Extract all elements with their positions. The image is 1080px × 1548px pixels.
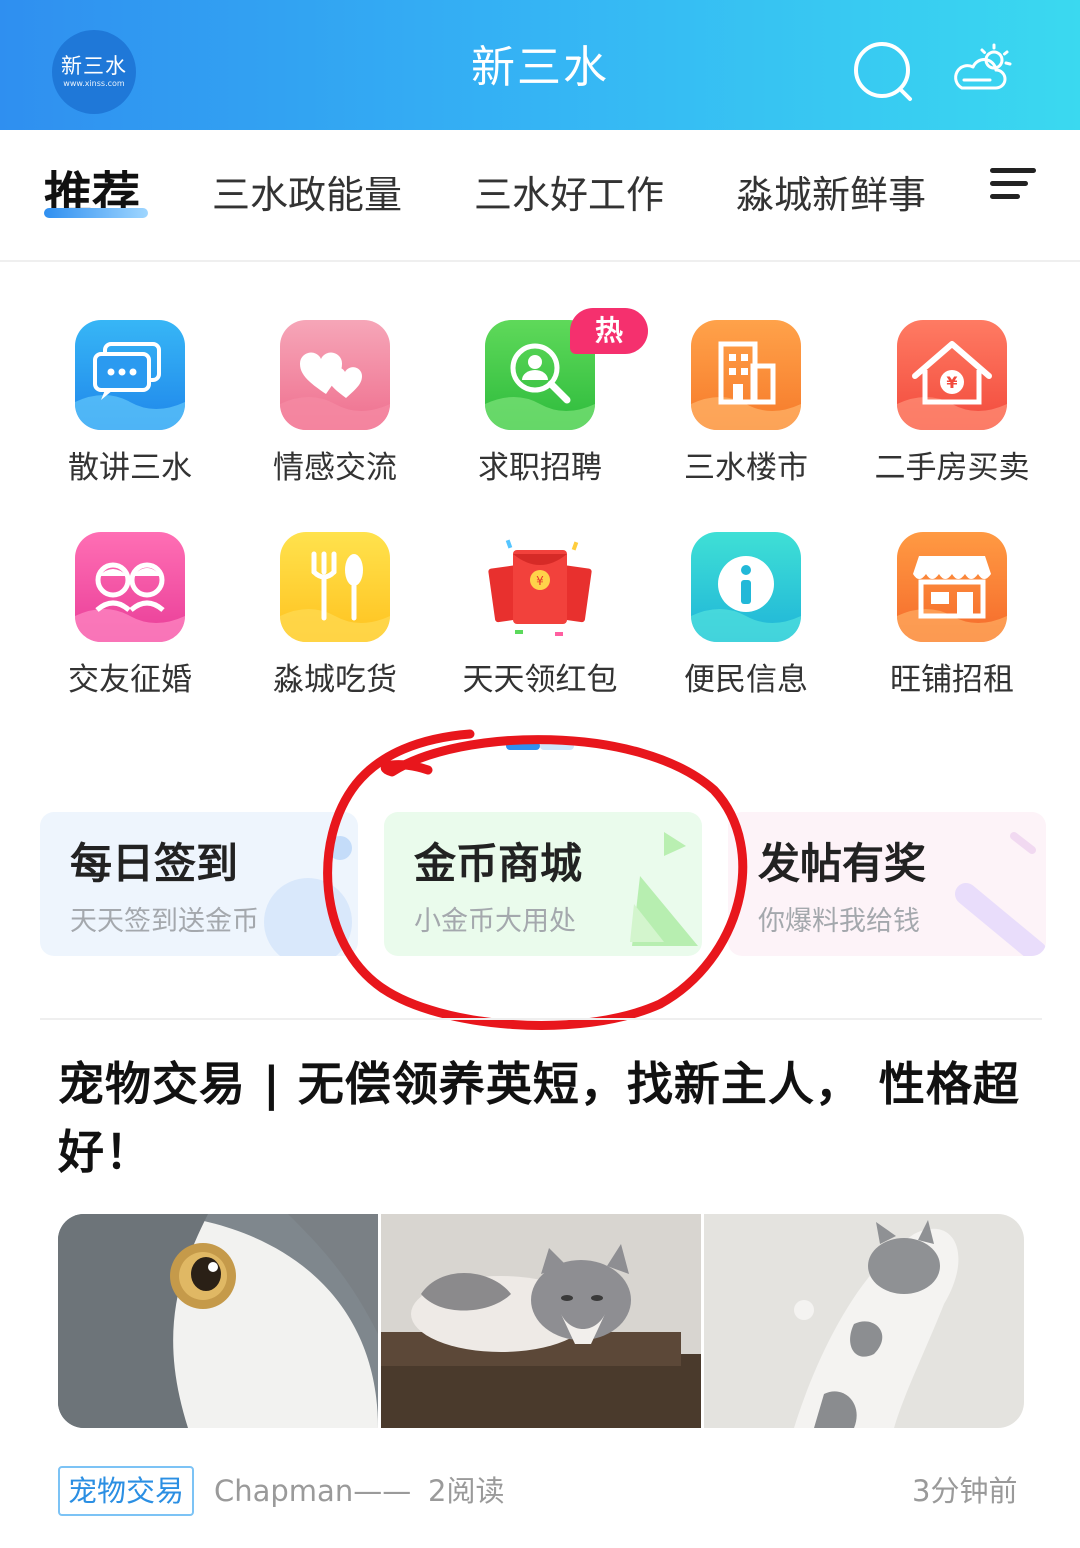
menu-icon[interactable]: [990, 168, 1036, 208]
card-subtitle: 小金币大用处: [414, 906, 576, 937]
page-indicator: [506, 742, 574, 750]
svg-text:¥: ¥: [946, 373, 957, 392]
card-coin-mall[interactable]: 金币商城 小金币大用处: [384, 812, 702, 956]
article-photos[interactable]: [58, 1214, 1024, 1428]
card-post-reward[interactable]: 发帖有奖 你爆料我给钱: [728, 812, 1046, 956]
grid-label: 情感交流: [273, 450, 397, 486]
grid-label: 散讲三水: [68, 450, 192, 486]
article-title[interactable]: 宠物交易 | 无偿领养英短，找新主人， 性格超好！: [58, 1050, 1038, 1186]
card-title: 每日签到: [70, 839, 239, 888]
article-time: 3分钟前: [912, 1474, 1018, 1508]
tab-sanshui-jobs[interactable]: 三水好工作: [474, 168, 664, 222]
cat-photo-1[interactable]: [58, 1214, 378, 1428]
grid-item-jobs[interactable]: 热 求职招聘: [440, 308, 648, 510]
grid-label: 二手房买卖: [874, 450, 1030, 486]
card-subtitle: 你爆料我给钱: [758, 906, 920, 937]
grid-label: 旺铺招租: [890, 662, 1014, 698]
grid-label: 淼城吃货: [273, 662, 397, 698]
grid-label: 交友征婚: [68, 662, 192, 698]
section-divider: [40, 1018, 1042, 1020]
fork-spoon-icon: [280, 532, 390, 642]
channel-tabs: 推荐 三水政能量 三水好工作 淼城新鲜事: [0, 130, 1080, 262]
cat-photo-2[interactable]: [381, 1214, 701, 1428]
article-tag[interactable]: 宠物交易: [58, 1466, 195, 1516]
svg-text:¥: ¥: [536, 574, 544, 588]
building-icon: [691, 320, 801, 430]
grid-item-sanjiang[interactable]: 散讲三水: [30, 320, 230, 510]
grid-item-red-envelope[interactable]: ¥ 天天领红包: [440, 532, 640, 722]
red-envelope-icon: ¥: [485, 532, 595, 642]
grid-item-foodie[interactable]: 淼城吃货: [235, 532, 435, 722]
info-icon: [691, 532, 801, 642]
card-title: 发帖有奖: [758, 839, 927, 888]
card-daily-checkin[interactable]: 每日签到 天天签到送金币: [40, 812, 358, 956]
article-author[interactable]: Chapman——: [214, 1470, 411, 1512]
search-icon[interactable]: [852, 40, 916, 104]
grid-item-dating[interactable]: 交友征婚: [30, 532, 230, 722]
house-yuan-icon: ¥: [897, 320, 1007, 430]
grid-item-convenience-info[interactable]: 便民信息: [646, 532, 846, 722]
grid-item-emotion[interactable]: 情感交流: [235, 320, 435, 510]
grid-item-property[interactable]: 三水楼市: [646, 320, 846, 510]
tab-sanshui-politics[interactable]: 三水政能量: [212, 168, 402, 222]
chat-bubbles-icon: [75, 320, 185, 430]
article-reads: 2阅读: [428, 1474, 505, 1508]
grid-item-shop-rental[interactable]: 旺铺招租: [852, 532, 1052, 722]
card-subtitle: 天天签到送金币: [70, 906, 259, 937]
tab-miaocheng-news[interactable]: 淼城新鲜事: [736, 168, 926, 222]
card-title: 金币商城: [414, 839, 583, 888]
couple-icon: [75, 532, 185, 642]
grid-label: 三水楼市: [684, 450, 808, 486]
grid-label: 便民信息: [684, 662, 808, 698]
partly-cloudy-icon[interactable]: [950, 40, 1014, 104]
grid-item-secondhand-house[interactable]: ¥ 二手房买卖: [852, 320, 1052, 510]
article-meta: 宠物交易 Chapman—— 2阅读 3分钟前: [0, 1466, 1080, 1518]
grid-label: 天天领红包: [462, 662, 618, 698]
coin-mall-deco: [630, 832, 698, 946]
active-tab-indicator: [44, 208, 148, 218]
grid-label: 求职招聘: [478, 450, 602, 486]
hearts-icon: [280, 320, 390, 430]
cat-photo-3[interactable]: [704, 1214, 1024, 1428]
app-header: 新三水 www.xinss.com 新三水: [0, 0, 1080, 130]
post-reward-deco: [955, 832, 1046, 956]
app-title: 新三水: [471, 42, 609, 93]
hot-badge: 热: [570, 308, 648, 354]
shop-icon: [897, 532, 1007, 642]
